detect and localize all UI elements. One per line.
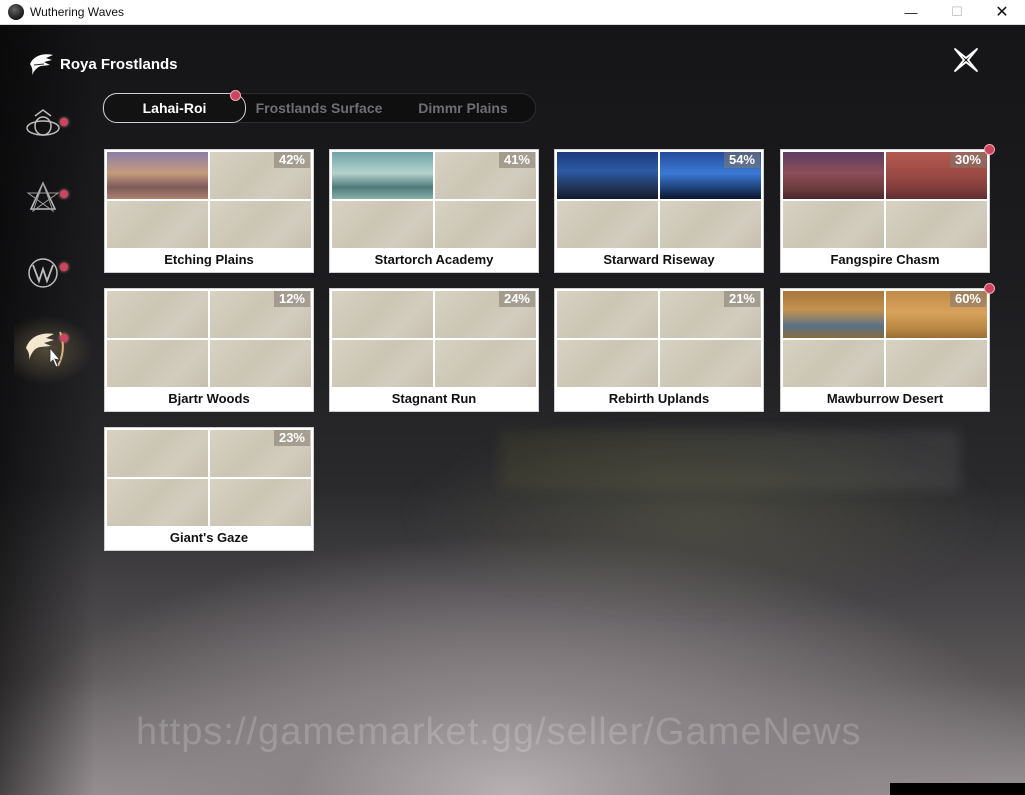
area-map-tile: [107, 430, 208, 477]
area-map-tile: [557, 201, 658, 248]
area-map-tile: [557, 291, 658, 338]
area-name: Startorch Academy: [374, 252, 494, 267]
sidebar-notification-dot-1: [60, 118, 68, 126]
area-map-tile: [557, 340, 658, 387]
area-map-tile: [107, 152, 208, 199]
window-title: Wuthering Waves: [30, 5, 125, 19]
area-map-tile: [783, 201, 884, 248]
region-crest-2-icon: [26, 181, 60, 213]
window-titlebar: Wuthering Waves — ☐ ✕: [0, 0, 1025, 25]
region-crest-1-icon: [26, 109, 60, 136]
area-map-tile: [660, 340, 761, 387]
sidebar-item-3[interactable]: [20, 250, 66, 296]
exploration-progress: 23%: [273, 430, 310, 446]
sidebar-item-2[interactable]: [20, 175, 66, 221]
area-card-mawburrow-desert[interactable]: 60% Mawburrow Desert: [780, 288, 990, 412]
card-notification-dot: [984, 283, 995, 294]
area-card-rebirth-uplands[interactable]: 21% Rebirth Uplands: [554, 288, 764, 412]
region-crest-3-icon: [28, 258, 58, 288]
area-map-tile: [332, 291, 433, 338]
area-map-tile: [886, 201, 987, 248]
area-name: Rebirth Uplands: [608, 391, 710, 406]
exploration-progress: 42%: [273, 152, 310, 168]
area-card-fangspire-chasm[interactable]: 30% Fangspire Chasm: [780, 149, 990, 273]
area-map-tile: [783, 152, 884, 199]
exploration-progress: 21%: [723, 291, 760, 307]
exploration-progress: 60%: [949, 291, 986, 307]
area-map-tile: [210, 201, 311, 248]
game-viewport: Roya Frostlands Lahai-Roi Frostlands Sur…: [0, 25, 1025, 795]
area-map-tile: [332, 340, 433, 387]
area-map-tile: [210, 479, 311, 526]
tab-frostlands-surface[interactable]: Frostlands Surface: [246, 94, 392, 122]
tab-dimmr-plains[interactable]: Dimmr Plains: [393, 94, 533, 122]
window-close-button[interactable]: ✕: [979, 0, 1025, 24]
close-x-icon[interactable]: [952, 46, 980, 74]
exploration-progress: 41%: [498, 152, 535, 168]
area-card-giants-gaze[interactable]: 23% Giant's Gaze: [104, 427, 314, 551]
area-map-tile: [557, 152, 658, 199]
area-name: Fangspire Chasm: [830, 252, 940, 267]
area-name: Mawburrow Desert: [826, 391, 944, 406]
background-strip: [500, 430, 960, 490]
tab-lahai-roi[interactable]: Lahai-Roi: [103, 93, 246, 123]
area-name: Stagnant Run: [391, 391, 477, 406]
tab-notification-dot: [230, 90, 241, 101]
area-map-tile: [783, 291, 884, 338]
area-map-tile: [435, 201, 536, 248]
exploration-progress: 12%: [273, 291, 310, 307]
region-header: Roya Frostlands: [26, 49, 178, 79]
sidebar-notification-dot-4: [60, 334, 68, 342]
region-crest-4-icon: [26, 331, 64, 368]
maximize-button[interactable]: ☐: [934, 0, 980, 24]
subregion-tabs: Lahai-Roi Frostlands Surface Dimmr Plain…: [102, 93, 536, 123]
area-map-tile: [107, 201, 208, 248]
watermark-text: https://gamemarket.gg/seller/GameNews: [136, 711, 862, 753]
exploration-progress: 24%: [498, 291, 535, 307]
region-title: Roya Frostlands: [60, 55, 178, 73]
card-notification-dot: [984, 144, 995, 155]
area-map-tile: [210, 340, 311, 387]
area-map-tile: [886, 340, 987, 387]
area-map-tile: [107, 479, 208, 526]
sidebar-item-4-active[interactable]: [20, 325, 66, 371]
area-map-tile: [332, 201, 433, 248]
area-name: Starward Riseway: [603, 252, 715, 267]
area-map-tile: [435, 340, 536, 387]
area-name: Etching Plains: [164, 252, 254, 267]
region-emblem-icon: [30, 54, 53, 75]
exploration-progress: 30%: [949, 152, 986, 168]
area-name: Bjartr Woods: [168, 391, 250, 406]
area-map-tile: [107, 291, 208, 338]
area-card-etching-plains[interactable]: 42% Etching Plains: [104, 149, 314, 273]
area-card-stagnant-run[interactable]: 24% Stagnant Run: [329, 288, 539, 412]
area-map-tile: [783, 340, 884, 387]
sidebar-notification-dot-2: [60, 190, 68, 198]
area-card-startorch-academy[interactable]: 41% Startorch Academy: [329, 149, 539, 273]
sidebar-item-1[interactable]: [20, 103, 66, 149]
area-map-tile: [332, 152, 433, 199]
bottom-bar: [890, 783, 1025, 795]
minimize-button[interactable]: —: [888, 0, 934, 24]
area-map-tile: [107, 340, 208, 387]
area-name: Giant's Gaze: [169, 530, 249, 545]
area-card-starward-riseway[interactable]: 54% Starward Riseway: [554, 149, 764, 273]
app-icon: [8, 4, 24, 20]
sidebar-notification-dot-3: [60, 263, 68, 271]
area-card-bjartr-woods[interactable]: 12% Bjartr Woods: [104, 288, 314, 412]
exploration-progress: 54%: [723, 152, 760, 168]
area-map-tile: [660, 201, 761, 248]
